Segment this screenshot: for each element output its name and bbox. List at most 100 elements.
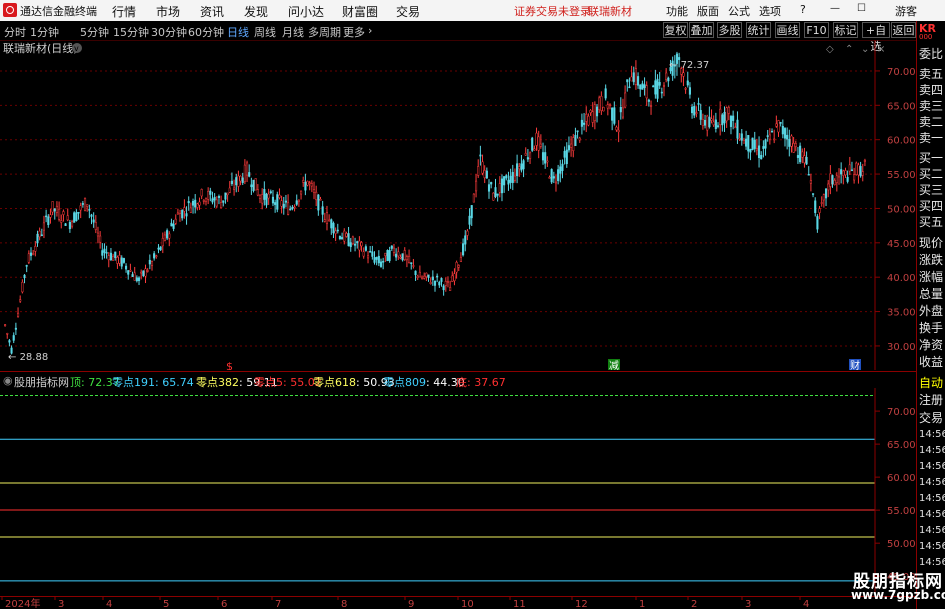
chevron-right-icon[interactable]: › xyxy=(368,24,372,37)
period-fenshi[interactable]: 分时 xyxy=(4,24,26,40)
candle-body xyxy=(358,240,361,251)
candle-body xyxy=(643,84,646,88)
candle-body xyxy=(408,255,411,263)
btn-huaxian[interactable]: 画线 xyxy=(775,22,800,38)
menu-gongneng[interactable]: 功能 xyxy=(666,3,688,19)
current-stock-name: 联瑞新材 xyxy=(588,5,632,18)
candle-body xyxy=(762,146,765,149)
date-label: 8 xyxy=(341,599,347,609)
menu-shichang[interactable]: 市场 xyxy=(156,3,180,20)
menu-banmian[interactable]: 版面 xyxy=(697,3,719,19)
finance-marker[interactable]: 财 xyxy=(850,359,860,370)
candle-body xyxy=(526,157,529,160)
candle-body xyxy=(442,285,445,291)
user-label[interactable]: 游客 xyxy=(895,3,917,19)
period-30min[interactable]: 30分钟 xyxy=(151,24,187,40)
candle-body xyxy=(4,324,7,326)
candle-body xyxy=(14,327,17,330)
sidebar-buy3: 买三 xyxy=(919,183,944,197)
candle-body xyxy=(662,84,666,87)
minimize-icon[interactable]: — xyxy=(830,3,840,14)
candle-body xyxy=(602,106,605,112)
candle-body xyxy=(433,280,437,286)
candle-body xyxy=(159,246,162,251)
login-status[interactable]: 证券交易未登录 xyxy=(514,3,591,19)
candle-body xyxy=(561,163,564,171)
indicator-tick-label: 50.00 xyxy=(887,539,916,550)
menu-caifuquan[interactable]: 财富圈 xyxy=(342,3,378,20)
chevron-down-icon[interactable]: ◉ xyxy=(3,374,13,387)
candle-body xyxy=(541,152,545,161)
btn-add-watchlist[interactable]: +自选 xyxy=(862,22,890,53)
down-arrow-icon[interactable]: ⌄ xyxy=(861,44,869,55)
reduce-marker[interactable]: 减 xyxy=(609,360,619,370)
sidebar-weibi: 委比 xyxy=(919,47,944,61)
candle-body xyxy=(846,176,849,182)
candlestick-chart[interactable]: 70.00 65.00 60.00 55.00 50.00 45.00 40.00 35.00… xyxy=(0,40,916,370)
sidebar-register[interactable]: 注册 xyxy=(919,391,943,408)
menu-jiaoyi[interactable]: 交易 xyxy=(396,3,420,20)
btn-duogu[interactable]: 多股 xyxy=(717,22,742,38)
sidebar-trade[interactable]: 交易 xyxy=(919,409,943,426)
period-1min[interactable]: 1分钟 xyxy=(30,24,59,40)
candle-body xyxy=(58,208,61,220)
candle-body xyxy=(382,261,385,263)
period-week[interactable]: 周线 xyxy=(254,24,276,40)
btn-biaoji[interactable]: 标记 xyxy=(833,22,858,38)
period-60min[interactable]: 60分钟 xyxy=(188,24,224,40)
candle-body xyxy=(252,179,255,192)
candle-body xyxy=(781,126,784,135)
maximize-icon[interactable]: ☐ xyxy=(857,3,866,14)
help-icon[interactable]: ? xyxy=(800,3,806,16)
sidebar-header-sub: 000 xyxy=(919,33,933,41)
dividend-marker[interactable]: $ xyxy=(226,360,233,370)
up-arrow-icon[interactable]: ⌃ xyxy=(845,44,853,55)
candle-body xyxy=(682,72,685,77)
indicator-chart[interactable]: 70.0065.0060.0055.0050.0045.00 xyxy=(0,388,916,596)
candle-body xyxy=(51,201,54,213)
period-day[interactable]: 日线 xyxy=(227,24,249,40)
candle-body xyxy=(701,119,704,126)
period-15min[interactable]: 15分钟 xyxy=(113,24,149,40)
menu-zixun[interactable]: 资讯 xyxy=(200,3,224,20)
menu-xuanxiang[interactable]: 选项 xyxy=(759,3,781,19)
date-label: 5 xyxy=(163,599,169,609)
menu-faxian[interactable]: 发现 xyxy=(244,3,268,20)
candle-body xyxy=(464,235,467,245)
btn-fanhui[interactable]: 返回 xyxy=(891,22,916,38)
candle-body xyxy=(88,209,91,211)
candle-body xyxy=(282,203,285,209)
candle-body xyxy=(824,188,828,199)
btn-f10[interactable]: F10 xyxy=(804,22,829,38)
menu-wenxiaoda[interactable]: 问小达 xyxy=(288,3,324,20)
candle-body xyxy=(598,97,601,111)
period-multi[interactable]: 多周期 xyxy=(308,24,341,40)
period-month[interactable]: 月线 xyxy=(282,24,304,40)
period-more[interactable]: 更多 xyxy=(343,24,365,40)
candle-body xyxy=(261,194,264,204)
indicator-axis-labels: 70.0065.0060.0055.0050.0045.00 xyxy=(875,407,916,583)
btn-fuquan[interactable]: 复权 xyxy=(663,22,688,38)
diamond-icon[interactable]: ◇ xyxy=(826,44,834,55)
candle-body xyxy=(200,189,203,197)
tick-time: 14:56 xyxy=(919,525,945,536)
sidebar-auto[interactable]: 自动 xyxy=(919,374,943,391)
candle-body xyxy=(706,115,709,131)
candle-body xyxy=(734,126,737,129)
close-icon[interactable]: × xyxy=(877,44,885,55)
candle-body xyxy=(423,275,426,279)
candle-body xyxy=(237,175,240,187)
menu-gongshi[interactable]: 公式 xyxy=(728,3,750,19)
candle-body xyxy=(241,177,244,183)
menu-hangqing[interactable]: 行情 xyxy=(112,3,136,20)
period-5min[interactable]: 5分钟 xyxy=(80,24,109,40)
candle-body xyxy=(140,271,143,274)
candlestick-series xyxy=(4,51,866,355)
btn-diejia[interactable]: 叠加 xyxy=(689,22,714,38)
candle-body xyxy=(375,257,378,260)
candle-body xyxy=(431,276,434,281)
candle-body xyxy=(451,275,454,282)
candle-body xyxy=(122,258,125,263)
btn-tongji[interactable]: 统计 xyxy=(746,22,771,38)
candle-body xyxy=(773,138,776,141)
